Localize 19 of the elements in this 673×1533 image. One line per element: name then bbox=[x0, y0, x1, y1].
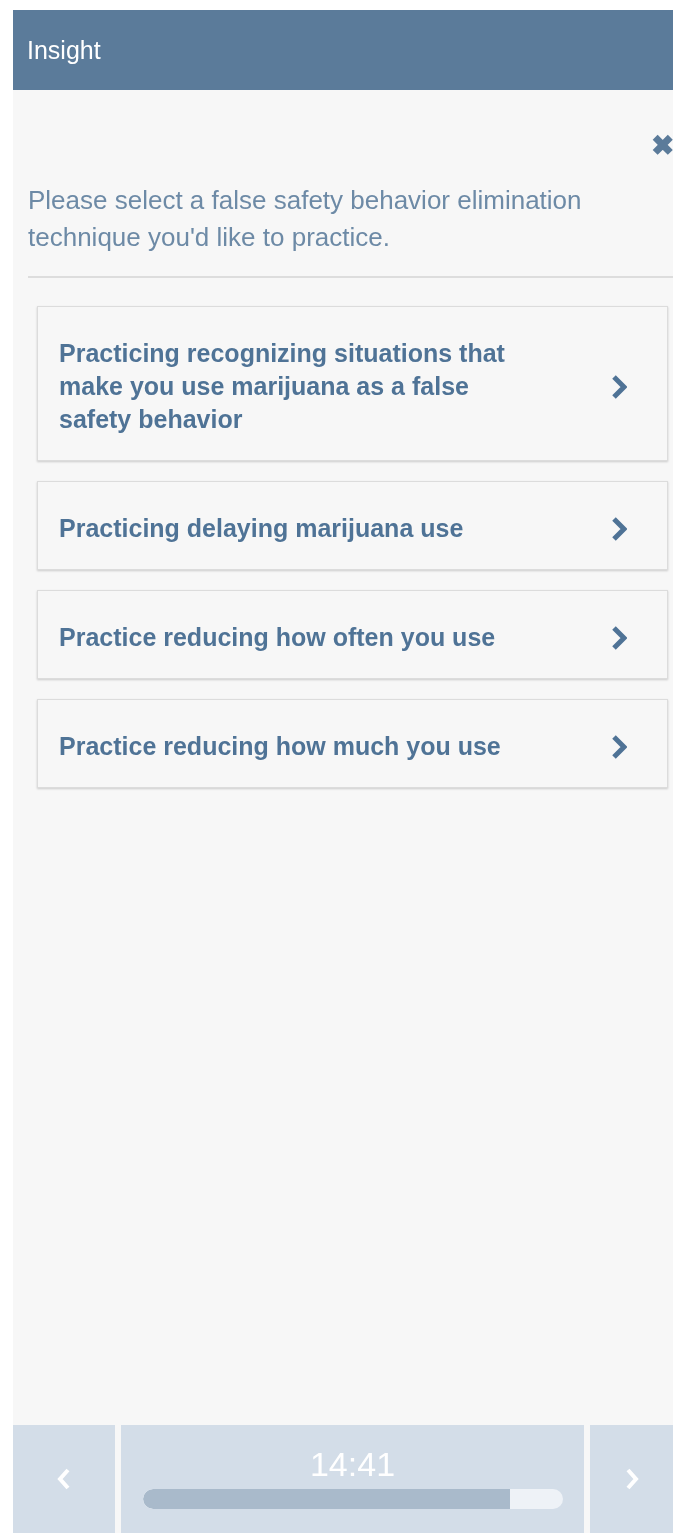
option-card[interactable]: Practicing recognizing situations that make you use marijuana as a false safety behavior bbox=[37, 306, 668, 461]
chevron-right-icon bbox=[624, 1467, 639, 1491]
back-button[interactable] bbox=[13, 1425, 115, 1533]
option-label: Practicing recognizing situations that make you use marijuana as a false safety behavior bbox=[59, 338, 506, 435]
header-title: Insight bbox=[27, 35, 101, 65]
chevron-right-icon bbox=[611, 624, 627, 651]
option-card[interactable]: Practice reducing how often you use bbox=[37, 590, 668, 679]
instruction-text: Please select a false safety behavior elimination technique you'd like to practice. bbox=[28, 184, 583, 254]
close-button[interactable]: ✖ bbox=[651, 132, 673, 160]
chevron-right-icon bbox=[611, 515, 627, 542]
option-label: Practice reducing how often you use bbox=[59, 622, 496, 653]
option-card[interactable]: Practice reducing how much you use bbox=[37, 699, 668, 788]
option-card[interactable]: Practicing delaying marijuana use bbox=[37, 481, 668, 570]
next-button[interactable] bbox=[590, 1425, 673, 1533]
chevron-left-icon bbox=[57, 1467, 71, 1491]
chevron-right-icon bbox=[611, 373, 627, 400]
chevron-right-icon bbox=[611, 733, 627, 760]
option-label: Practice reducing how much you use bbox=[59, 731, 501, 762]
option-label: Practicing delaying marijuana use bbox=[59, 513, 464, 544]
